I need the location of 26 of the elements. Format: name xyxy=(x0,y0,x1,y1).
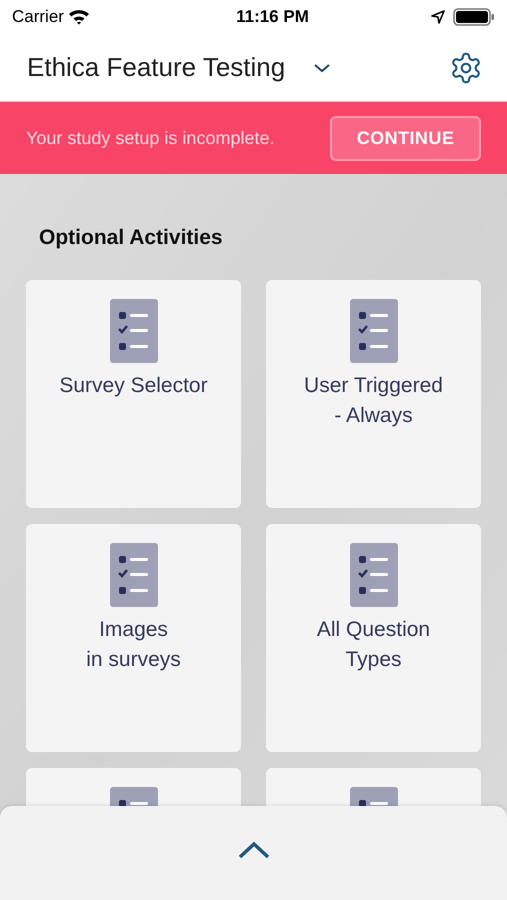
battery-icon xyxy=(453,8,495,26)
checklist-icon xyxy=(350,298,398,362)
section-heading: Optional Activities xyxy=(39,225,223,251)
activity-title: in surveys xyxy=(86,646,181,672)
activity-title: All Question xyxy=(316,616,430,642)
activity-title: Images xyxy=(99,616,168,642)
checklist-icon xyxy=(350,542,398,606)
activity-title: - Always xyxy=(334,402,413,428)
activity-title: Types xyxy=(345,646,402,672)
banner-message: Your study setup is incomplete. xyxy=(26,126,274,150)
checklist-icon xyxy=(110,542,158,606)
activity-title: User Triggered xyxy=(304,372,443,398)
activity-card[interactable]: User Triggered - Always xyxy=(266,280,481,508)
activity-card[interactable]: Survey Selector xyxy=(26,280,241,508)
activity-card[interactable]: Images in surveys xyxy=(26,524,241,752)
chevron-down-icon[interactable] xyxy=(313,62,332,72)
wifi-icon xyxy=(68,9,90,25)
study-title: Ethica Feature Testing xyxy=(27,51,286,84)
location-arrow-icon xyxy=(431,10,445,24)
carrier-label: Carrier xyxy=(12,6,64,28)
clock-time: 11:16 PM xyxy=(236,6,309,28)
checklist-icon xyxy=(110,298,158,362)
chevron-up-icon[interactable] xyxy=(236,840,270,860)
activity-title: Survey Selector xyxy=(59,372,208,398)
settings-icon[interactable] xyxy=(449,50,483,84)
activity-card[interactable]: All Question Types xyxy=(266,524,481,752)
